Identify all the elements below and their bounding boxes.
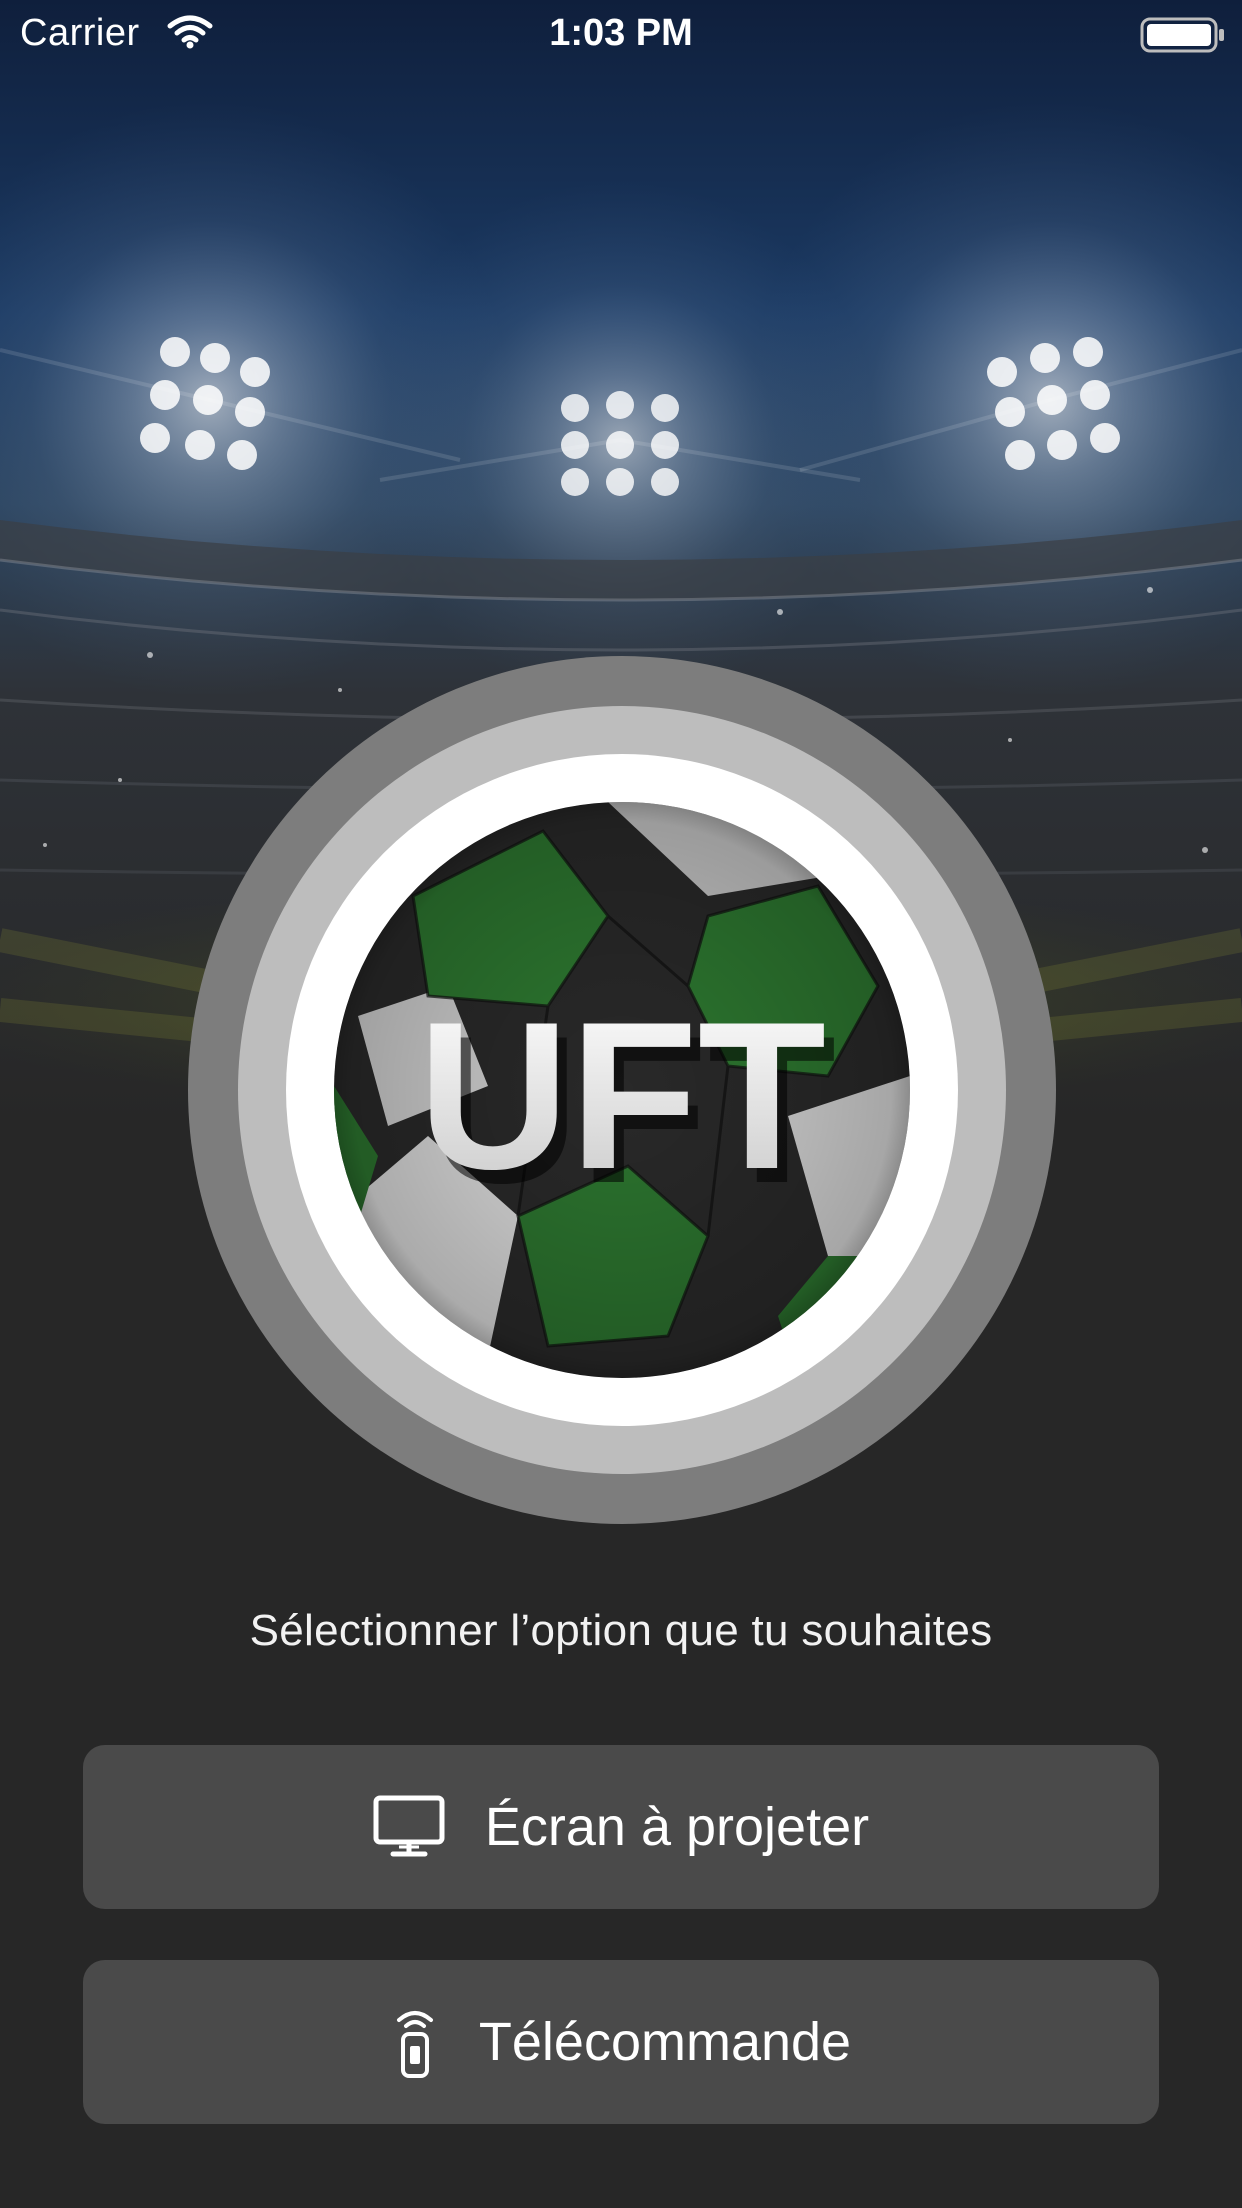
remote-control-icon [391, 2006, 439, 2078]
uft-logo: UFT UFT [188, 656, 1056, 1524]
option-prompt: Sélectionner l’option que tu souhaites [249, 1606, 993, 1655]
monitor-icon [373, 1795, 445, 1859]
status-bar: Carrier 1:03 PM [0, 0, 1242, 66]
logo-text: UFT [418, 978, 826, 1213]
battery-full-icon [1140, 16, 1226, 54]
app-screen: Carrier 1:03 PM UFT UFT Sélectionner l’o… [0, 0, 1242, 2208]
remote-control-label: Télécommande [478, 2012, 852, 2072]
projection-screen-label: Écran à projeter [484, 1797, 870, 1857]
projection-screen-button[interactable]: Écran à projeter [83, 1745, 1159, 1909]
status-time: 1:03 PM [549, 12, 693, 54]
remote-control-button[interactable]: Télécommande [83, 1960, 1159, 2124]
